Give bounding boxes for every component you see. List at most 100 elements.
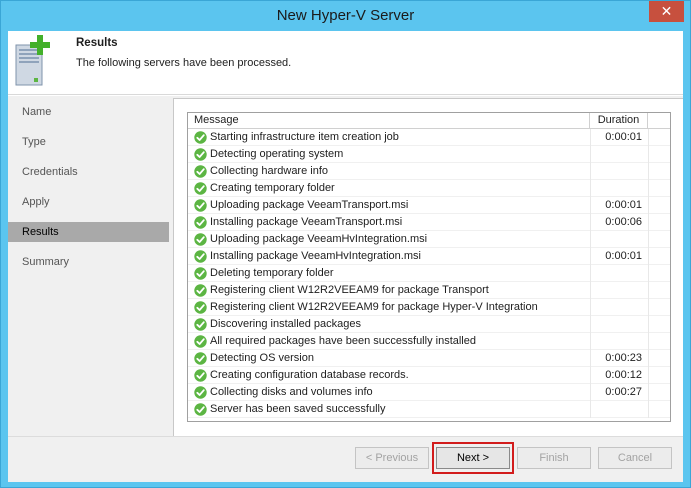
table-row[interactable]: All required packages have been successf… bbox=[188, 333, 670, 350]
table-row[interactable]: Detecting OS version 0:00:23 bbox=[188, 350, 670, 367]
row-duration bbox=[590, 180, 648, 197]
row-message: Starting infrastructure item creation jo… bbox=[210, 131, 399, 143]
wizard-window: New Hyper-V Server ✕ Results The followi… bbox=[0, 0, 691, 488]
column-header-duration[interactable]: Duration bbox=[590, 113, 648, 129]
row-duration: 0:00:27 bbox=[590, 384, 648, 401]
success-check-icon bbox=[194, 369, 207, 382]
success-check-icon bbox=[194, 199, 207, 212]
sidebar-item-apply[interactable]: Apply bbox=[8, 192, 169, 212]
row-duration bbox=[590, 231, 648, 248]
row-filler-cell bbox=[648, 316, 670, 333]
success-check-icon bbox=[194, 301, 207, 314]
table-row[interactable]: Installing package VeeamTransport.msi 0:0… bbox=[188, 214, 670, 231]
sidebar-item-name[interactable]: Name bbox=[8, 102, 169, 122]
results-panel: Message Duration Starting infrastructure… bbox=[173, 98, 683, 436]
success-check-icon bbox=[194, 352, 207, 365]
row-duration bbox=[590, 316, 648, 333]
wizard-client: Results The following servers have been … bbox=[8, 31, 683, 482]
table-row[interactable]: Installing package VeeamHvIntegration.ms… bbox=[188, 248, 670, 265]
row-duration bbox=[590, 163, 648, 180]
row-filler-cell bbox=[648, 384, 670, 401]
sidebar-item-credentials[interactable]: Credentials bbox=[8, 162, 169, 182]
page-subtitle: The following servers have been processe… bbox=[76, 57, 292, 69]
row-duration bbox=[590, 282, 648, 299]
success-check-icon bbox=[194, 216, 207, 229]
row-message: Installing package VeeamHvIntegration.ms… bbox=[210, 250, 421, 262]
sidebar-item-results[interactable]: Results bbox=[8, 222, 169, 242]
table-row[interactable]: Deleting temporary folder bbox=[188, 265, 670, 282]
row-message: Server has been saved successfully bbox=[210, 403, 386, 415]
row-message: Collecting disks and volumes info bbox=[210, 386, 373, 398]
row-message: Registering client W12R2VEEAM9 for packa… bbox=[210, 301, 538, 313]
row-filler-cell bbox=[648, 350, 670, 367]
page-title: Results bbox=[76, 37, 118, 49]
table-row[interactable]: Collecting disks and volumes info 0:00:27 bbox=[188, 384, 670, 401]
sidebar-item-type[interactable]: Type bbox=[8, 132, 169, 152]
results-grid[interactable]: Message Duration Starting infrastructure… bbox=[187, 112, 671, 422]
success-check-icon bbox=[194, 233, 207, 246]
table-row[interactable]: Discovering installed packages bbox=[188, 316, 670, 333]
title-bar[interactable]: New Hyper-V Server ✕ bbox=[1, 1, 690, 31]
row-duration: 0:00:01 bbox=[590, 129, 648, 146]
row-duration: 0:00:01 bbox=[590, 248, 648, 265]
row-filler-cell bbox=[648, 180, 670, 197]
row-message: Creating configuration database records. bbox=[210, 369, 409, 381]
row-duration bbox=[590, 333, 648, 350]
close-icon: ✕ bbox=[660, 3, 673, 19]
row-filler-cell bbox=[648, 367, 670, 384]
row-duration bbox=[590, 146, 648, 163]
table-row[interactable]: Registering client W12R2VEEAM9 for packa… bbox=[188, 299, 670, 316]
row-message: Registering client W12R2VEEAM9 for packa… bbox=[210, 284, 489, 296]
row-message: Creating temporary folder bbox=[210, 182, 335, 194]
row-filler-cell bbox=[648, 214, 670, 231]
table-row[interactable]: Starting infrastructure item creation jo… bbox=[188, 129, 670, 146]
row-filler-cell bbox=[648, 129, 670, 146]
table-row[interactable]: Uploading package VeeamHvIntegration.msi bbox=[188, 231, 670, 248]
row-message: Uploading package VeeamHvIntegration.msi bbox=[210, 233, 428, 245]
table-row[interactable]: Collecting hardware info bbox=[188, 163, 670, 180]
row-filler-cell bbox=[648, 248, 670, 265]
success-check-icon bbox=[194, 335, 207, 348]
row-duration bbox=[590, 299, 648, 316]
row-duration bbox=[590, 401, 648, 418]
wizard-body: Name Type Credentials Apply Results Summ… bbox=[8, 96, 683, 436]
row-message: Detecting OS version bbox=[210, 352, 314, 364]
server-add-icon bbox=[15, 35, 50, 86]
row-filler-cell bbox=[648, 163, 670, 180]
wizard-footer: < Previous Next > Finish Cancel bbox=[8, 436, 683, 482]
table-row[interactable]: Detecting operating system bbox=[188, 146, 670, 163]
row-filler-cell bbox=[648, 299, 670, 316]
row-message: Discovering installed packages bbox=[210, 318, 362, 330]
table-row[interactable]: Server has been saved successfully bbox=[188, 401, 670, 418]
success-check-icon bbox=[194, 284, 207, 297]
grid-rows: Starting infrastructure item creation jo… bbox=[188, 129, 670, 418]
cancel-button[interactable]: Cancel bbox=[598, 447, 672, 469]
row-filler-cell bbox=[648, 282, 670, 299]
success-check-icon bbox=[194, 318, 207, 331]
close-button[interactable]: ✕ bbox=[649, 1, 684, 22]
row-message: Installing package VeeamTransport.msi bbox=[210, 216, 403, 228]
previous-button[interactable]: < Previous bbox=[355, 447, 429, 469]
wizard-header: Results The following servers have been … bbox=[8, 31, 683, 95]
row-duration: 0:00:23 bbox=[590, 350, 648, 367]
success-check-icon bbox=[194, 131, 207, 144]
table-row[interactable]: Uploading package VeeamTransport.msi 0:00… bbox=[188, 197, 670, 214]
grid-header: Message Duration bbox=[188, 113, 670, 129]
column-header-message[interactable]: Message bbox=[188, 113, 590, 129]
row-message: Deleting temporary folder bbox=[210, 267, 334, 279]
row-duration: 0:00:01 bbox=[590, 197, 648, 214]
next-button[interactable]: Next > bbox=[436, 447, 510, 469]
row-filler-cell bbox=[648, 231, 670, 248]
table-row[interactable]: Creating temporary folder bbox=[188, 180, 670, 197]
sidebar-item-summary[interactable]: Summary bbox=[8, 252, 169, 272]
success-check-icon bbox=[194, 386, 207, 399]
table-row[interactable]: Creating configuration database records.… bbox=[188, 367, 670, 384]
table-row[interactable]: Registering client W12R2VEEAM9 for packa… bbox=[188, 282, 670, 299]
success-check-icon bbox=[194, 182, 207, 195]
row-message: Detecting operating system bbox=[210, 148, 344, 160]
row-filler-cell bbox=[648, 146, 670, 163]
row-filler-cell bbox=[648, 401, 670, 418]
success-check-icon bbox=[194, 165, 207, 178]
row-message: Collecting hardware info bbox=[210, 165, 329, 177]
finish-button[interactable]: Finish bbox=[517, 447, 591, 469]
